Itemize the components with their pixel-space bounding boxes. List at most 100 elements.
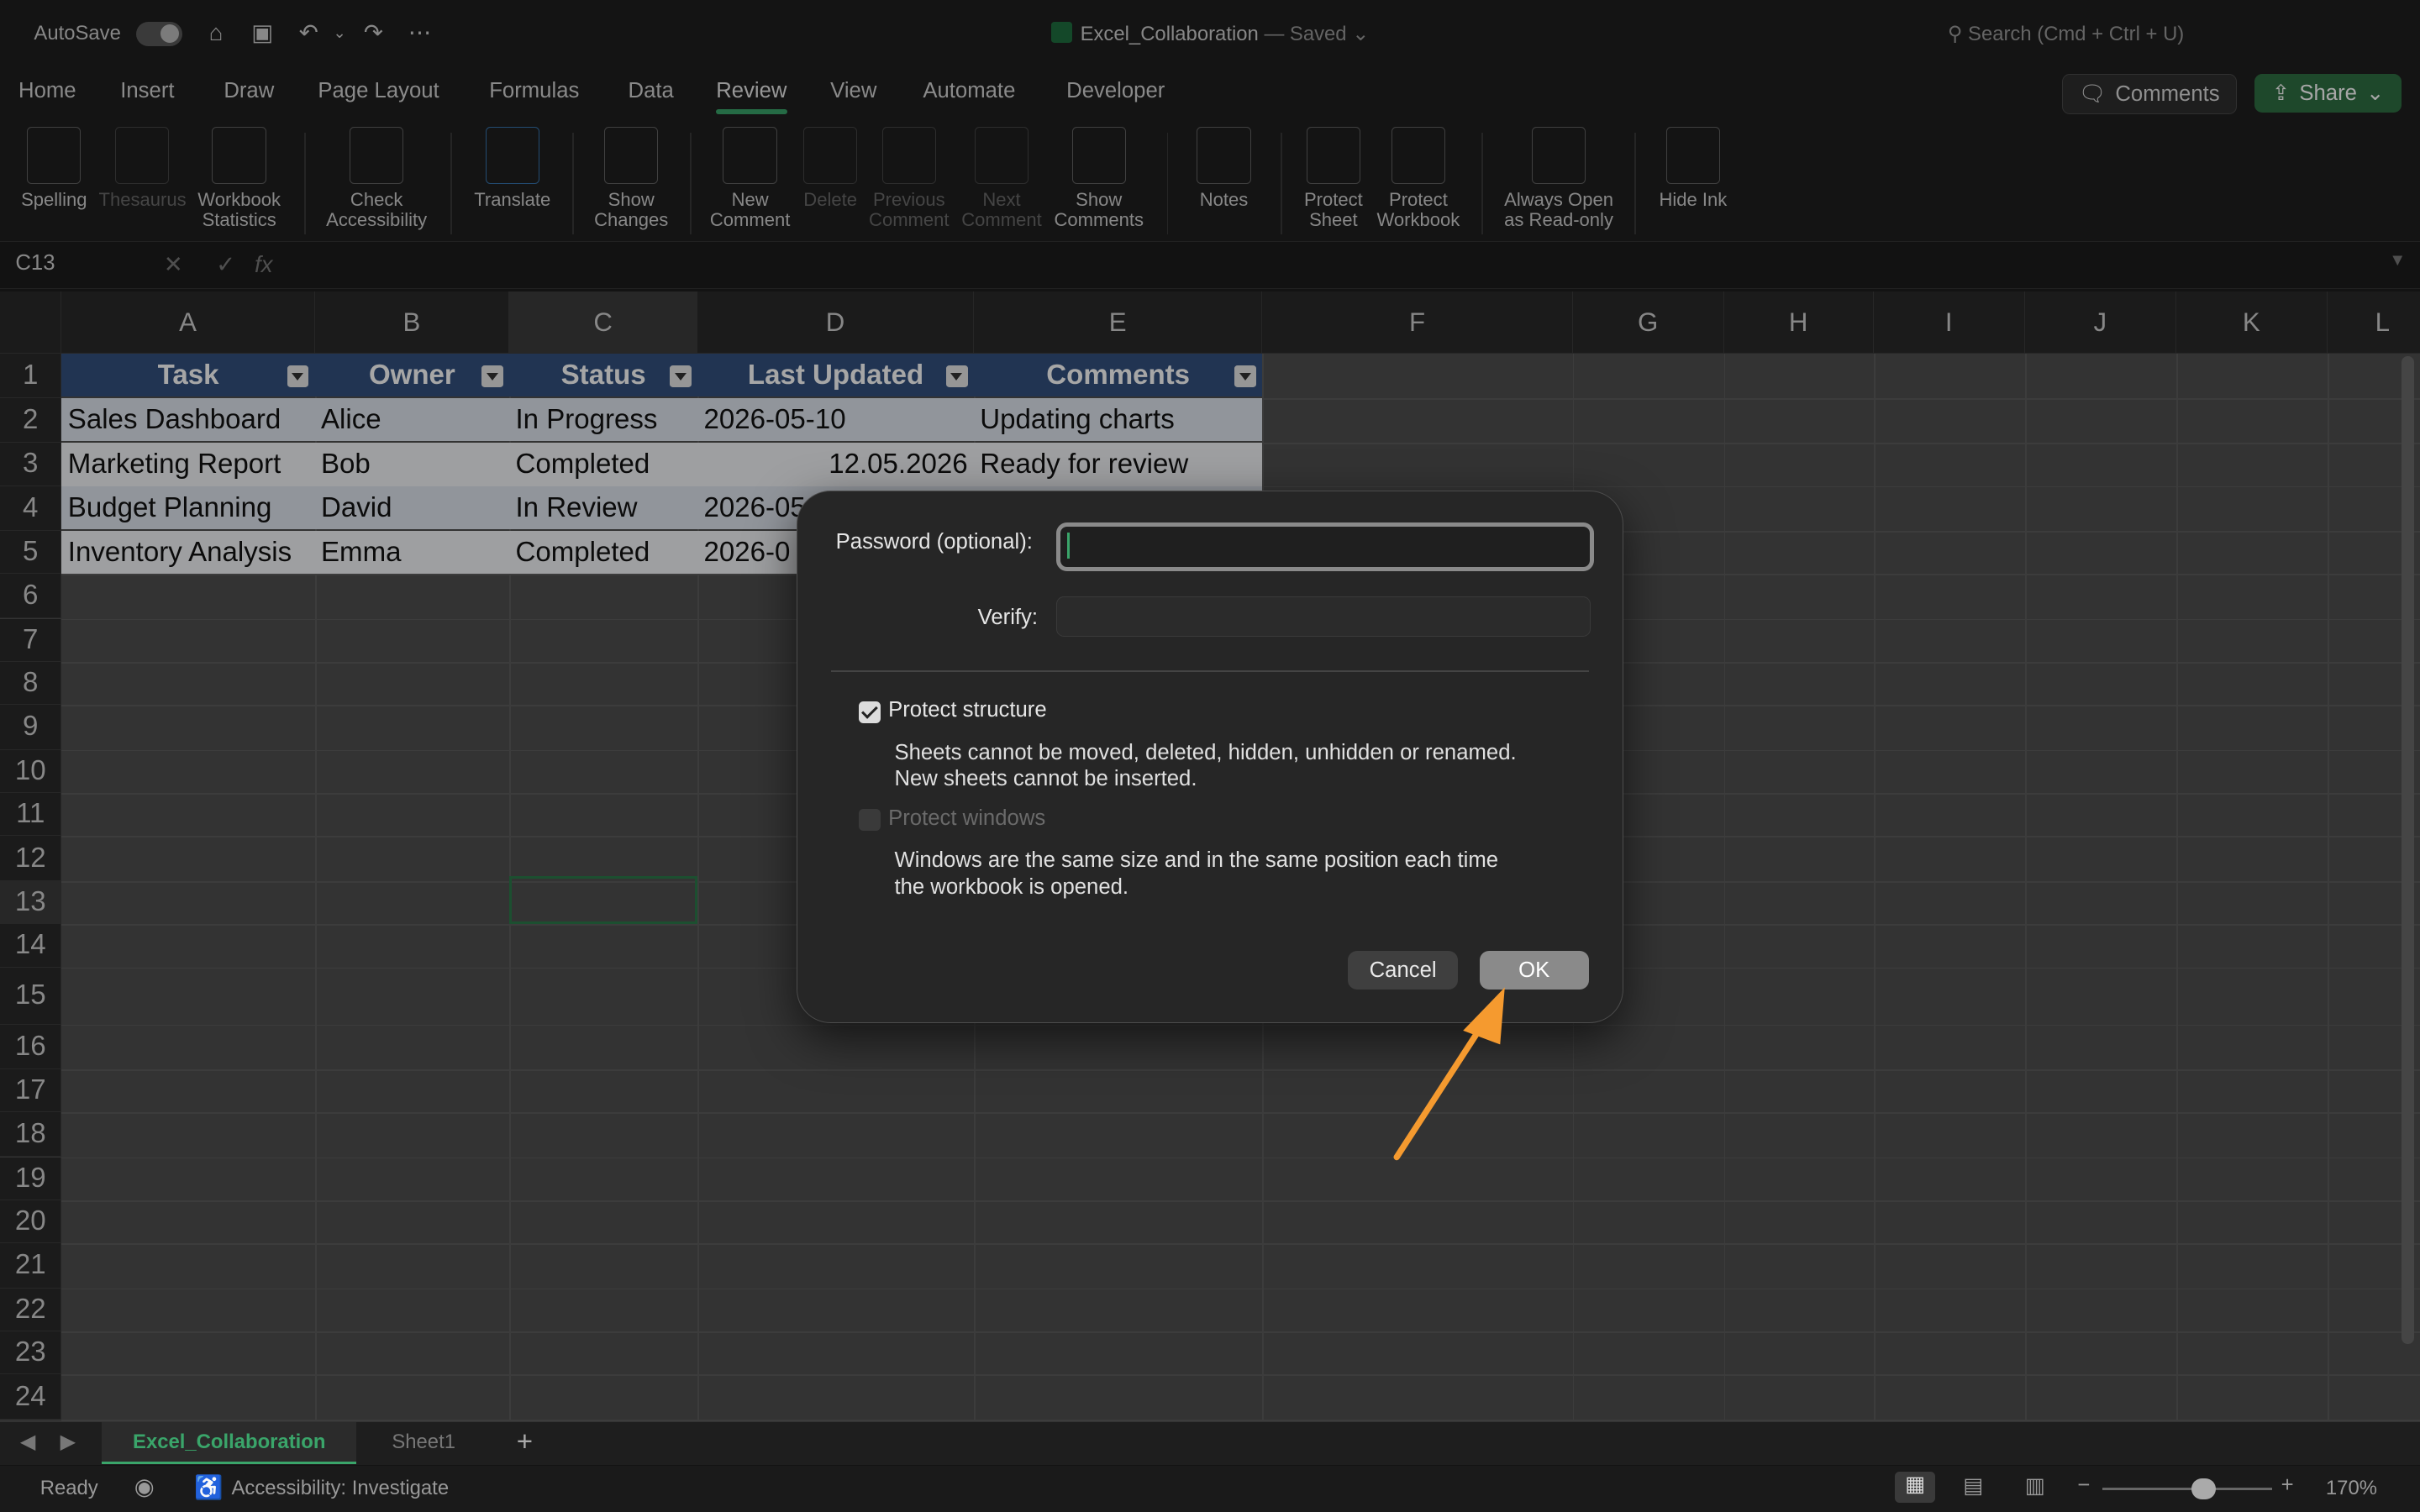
row-header-15[interactable]: 15 xyxy=(0,967,62,1025)
row-header-12[interactable]: 12 xyxy=(0,836,62,881)
check-accessibility-button[interactable]: Check Accessibility xyxy=(318,126,435,230)
scroll-left-icon[interactable]: ◀ xyxy=(15,1422,39,1462)
hide-ink-button[interactable]: Hide Ink xyxy=(1649,126,1739,210)
column-header-g[interactable]: G xyxy=(1572,291,1724,354)
row-header-5[interactable]: 5 xyxy=(0,530,62,575)
table-cell[interactable]: In Progress xyxy=(509,397,698,442)
page-layout-view-icon[interactable]: ▤ xyxy=(1963,1473,1983,1499)
column-header-c[interactable]: C xyxy=(509,291,698,354)
show-comments-button[interactable]: Show Comments xyxy=(1050,126,1149,230)
page-break-view-icon[interactable]: ▥ xyxy=(2025,1473,2045,1499)
row-header-17[interactable]: 17 xyxy=(0,1068,62,1113)
function-icon[interactable]: fx xyxy=(255,251,272,278)
filter-dropdown-icon[interactable] xyxy=(287,365,309,387)
table-cell[interactable]: 12.05.2026 xyxy=(697,443,974,486)
table-cell[interactable]: Completed xyxy=(509,530,698,575)
table-cell[interactable]: Emma xyxy=(314,530,510,575)
new-comment-button[interactable]: New Comment xyxy=(704,126,797,230)
zoom-level[interactable]: 170% xyxy=(2326,1477,2377,1500)
previous-comment-button[interactable]: Previous Comment xyxy=(865,126,955,230)
table-cell[interactable]: Bob xyxy=(314,443,510,486)
row-header-2[interactable]: 2 xyxy=(0,397,62,444)
column-header-b[interactable]: B xyxy=(314,291,510,354)
thesaurus-button[interactable]: Thesaurus xyxy=(99,126,187,210)
row-header-3[interactable]: 3 xyxy=(0,443,62,486)
spelling-button[interactable]: Spelling xyxy=(15,126,92,210)
row-header-19[interactable]: 19 xyxy=(0,1157,62,1200)
row-header-13[interactable]: 13 xyxy=(0,880,62,925)
ok-button[interactable]: OK xyxy=(1479,951,1589,990)
row-header-20[interactable]: 20 xyxy=(0,1200,62,1244)
verify-input[interactable] xyxy=(1056,596,1591,637)
row-header-10[interactable]: 10 xyxy=(0,749,62,794)
protect-workbook-button[interactable]: Protect Workbook xyxy=(1374,126,1464,230)
table-cell[interactable]: In Review xyxy=(509,486,698,529)
table-header-status[interactable]: Status xyxy=(509,353,698,396)
comments-button[interactable]: 🗨 Comments xyxy=(2061,74,2237,115)
share-button[interactable]: ⇪ Share ⌄ xyxy=(2254,74,2402,113)
add-sheet-icon[interactable]: + xyxy=(497,1422,552,1462)
cancel-button[interactable]: Cancel xyxy=(1348,951,1458,990)
macro-record-icon[interactable]: ◉ xyxy=(134,1473,155,1500)
tab-view[interactable]: View xyxy=(830,79,876,103)
tab-formulas[interactable]: Formulas xyxy=(489,79,579,103)
row-header-18[interactable]: 18 xyxy=(0,1112,62,1158)
sheet-tab-sheet1[interactable]: Sheet1 xyxy=(358,1422,489,1462)
always-open-read-only-button[interactable]: Always Open as Read-only xyxy=(1494,126,1623,230)
zoom-slider[interactable] xyxy=(2102,1487,2272,1491)
tab-page-layout[interactable]: Page Layout xyxy=(318,79,439,103)
column-header-j[interactable]: J xyxy=(2024,291,2176,354)
row-header-16[interactable]: 16 xyxy=(0,1024,62,1069)
row-header-11[interactable]: 11 xyxy=(0,793,62,837)
protect-structure-checkbox[interactable] xyxy=(859,701,881,723)
table-cell[interactable]: Marketing Report xyxy=(61,443,315,486)
filter-dropdown-icon[interactable] xyxy=(1234,365,1257,387)
name-box[interactable]: C13 xyxy=(0,242,148,288)
row-header-4[interactable]: 4 xyxy=(0,486,62,531)
protect-sheet-button[interactable]: Protect Sheet xyxy=(1293,126,1374,230)
search-box[interactable]: ⚲ Search (Cmd + Ctrl + U) xyxy=(1948,22,2184,46)
row-header-7[interactable]: 7 xyxy=(0,618,62,662)
table-cell[interactable]: 2026-05-10 xyxy=(697,397,974,442)
tab-draw[interactable]: Draw xyxy=(224,79,274,103)
protect-windows-label[interactable]: Protect windows xyxy=(888,806,1045,831)
show-changes-button[interactable]: Show Changes xyxy=(587,126,676,230)
select-all-corner[interactable] xyxy=(0,291,62,354)
scroll-right-icon[interactable]: ▶ xyxy=(55,1422,80,1462)
tab-insert[interactable]: Insert xyxy=(120,79,174,103)
filter-dropdown-icon[interactable] xyxy=(945,365,968,387)
tab-review[interactable]: Review xyxy=(716,79,787,113)
row-header-22[interactable]: 22 xyxy=(0,1288,62,1332)
column-header-d[interactable]: D xyxy=(697,291,974,354)
column-header-f[interactable]: F xyxy=(1262,291,1573,354)
accessibility-status[interactable]: Accessibility: Investigate xyxy=(232,1477,450,1500)
table-cell[interactable]: Sales Dashboard xyxy=(61,397,315,442)
table-cell[interactable]: David xyxy=(314,486,510,529)
tab-automate[interactable]: Automate xyxy=(923,79,1015,103)
tab-data[interactable]: Data xyxy=(629,79,674,103)
tab-home[interactable]: Home xyxy=(18,79,76,103)
sheet-tab-excel-collaboration[interactable]: Excel_Collaboration xyxy=(102,1421,357,1465)
row-header-1[interactable]: 1 xyxy=(0,353,62,398)
expand-formula-icon[interactable]: ▼ xyxy=(2389,251,2406,270)
row-header-21[interactable]: 21 xyxy=(0,1243,62,1289)
column-header-h[interactable]: H xyxy=(1723,291,1874,354)
column-header-e[interactable]: E xyxy=(973,291,1263,354)
row-header-8[interactable]: 8 xyxy=(0,661,62,706)
table-cell[interactable]: Budget Planning xyxy=(61,486,315,529)
row-header-6[interactable]: 6 xyxy=(0,574,62,619)
tab-developer[interactable]: Developer xyxy=(1066,79,1165,103)
column-header-i[interactable]: I xyxy=(1873,291,2025,354)
table-header-owner[interactable]: Owner xyxy=(314,353,510,396)
zoom-in-icon[interactable]: + xyxy=(2281,1473,2294,1498)
protect-structure-label[interactable]: Protect structure xyxy=(888,698,1047,722)
selected-cell-c13[interactable] xyxy=(509,876,698,925)
table-cell[interactable]: Inventory Analysis xyxy=(61,530,315,575)
zoom-slider-thumb[interactable] xyxy=(2191,1478,2217,1500)
column-header-k[interactable]: K xyxy=(2175,291,2328,354)
normal-view-icon[interactable]: ▦ xyxy=(1895,1472,1936,1503)
column-header-l[interactable]: L xyxy=(2327,291,2420,354)
protect-windows-checkbox[interactable] xyxy=(859,809,881,832)
row-header-9[interactable]: 9 xyxy=(0,705,62,750)
zoom-out-icon[interactable]: − xyxy=(2077,1473,2090,1498)
